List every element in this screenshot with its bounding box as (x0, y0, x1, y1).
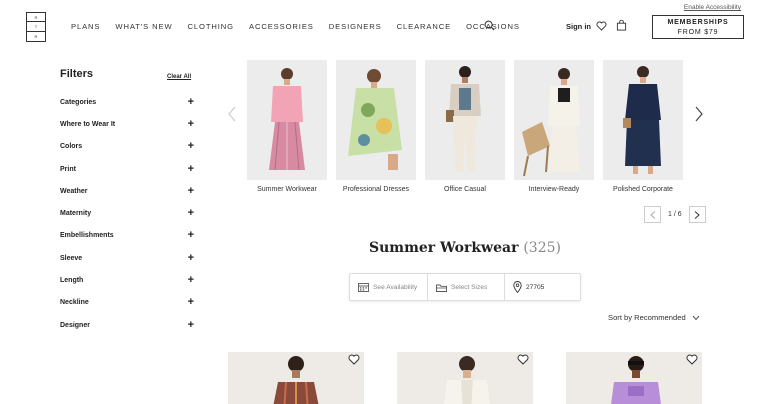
favorite-heart-icon[interactable] (348, 354, 360, 365)
filter-label: Colors (60, 142, 83, 150)
zip-code-field[interactable]: 27705 (505, 274, 580, 300)
sort-dropdown[interactable]: Sort by Recommended (608, 313, 700, 322)
filter-print[interactable]: Print + (60, 163, 194, 175)
logo-mark-2: T (27, 22, 45, 32)
carousel-item-professional-dresses[interactable]: Professional Dresses (336, 60, 416, 193)
logo[interactable]: R T R (26, 12, 46, 42)
plus-icon[interactable]: + (188, 275, 194, 286)
listing-title: Summer Workwear (368, 240, 519, 256)
plus-icon[interactable]: + (188, 186, 194, 197)
heart-icon[interactable] (596, 21, 607, 31)
product-card[interactable] (397, 352, 533, 404)
carousel-pager: 1 / 6 (644, 206, 706, 223)
favorite-heart-icon[interactable] (686, 354, 698, 365)
clear-all-button[interactable]: Clear All (167, 74, 191, 80)
sign-in-link[interactable]: Sign in (566, 22, 591, 31)
plus-icon[interactable]: + (188, 320, 194, 331)
chevron-right-icon (694, 210, 700, 219)
filter-where-to-wear[interactable]: Where to Wear It + (60, 118, 194, 130)
carousel-caption: Summer Workwear (257, 186, 317, 193)
filter-categories[interactable]: Categories + (60, 96, 194, 108)
availability-bar: See Availability Select Sizes 27705 (349, 273, 581, 301)
chevron-down-icon (692, 315, 700, 321)
carousel-photo (603, 60, 683, 180)
main-nav: PLANS WHAT'S NEW CLOTHING ACCESSORIES DE… (71, 22, 535, 31)
nav-accessories[interactable]: ACCESSORIES (249, 22, 314, 31)
filter-label: Length (60, 276, 84, 284)
listing-title-row: Summer Workwear (325) (0, 240, 768, 256)
filter-label: Categories (60, 98, 97, 106)
carousel-item-polished-corporate[interactable]: Polished Corporate (603, 60, 683, 193)
select-sizes-field[interactable]: Select Sizes (428, 274, 505, 300)
carousel-item-interview-ready[interactable]: Interview-Ready (514, 60, 594, 193)
carousel-next-icon[interactable] (694, 106, 704, 122)
pager-next-button[interactable] (688, 206, 706, 223)
product-photo (397, 352, 533, 404)
logo-mark-3: R (34, 33, 38, 39)
filter-maternity[interactable]: Maternity + (60, 207, 194, 219)
product-photo (228, 352, 364, 404)
sizes-placeholder: Select Sizes (451, 283, 488, 291)
carousel-prev-icon[interactable] (227, 106, 237, 122)
filter-label: Maternity (60, 209, 92, 217)
filter-label: Neckline (60, 298, 89, 306)
plus-icon[interactable]: + (188, 164, 194, 175)
carousel-photo (425, 60, 505, 180)
filter-label: Weather (60, 187, 88, 195)
carousel-photo (247, 60, 327, 180)
nav-plans[interactable]: PLANS (71, 22, 100, 31)
carousel-photo (336, 60, 416, 180)
plus-icon[interactable]: + (188, 97, 194, 108)
location-pin-icon (513, 281, 522, 293)
plus-icon[interactable]: + (188, 119, 194, 130)
sort-label: Sort by Recommended (608, 313, 686, 322)
logo-mark-1: R (27, 13, 45, 23)
plus-icon[interactable]: + (188, 141, 194, 152)
shopping-bag-icon[interactable] (616, 20, 627, 31)
memberships-label: MEMBERSHIPS (667, 19, 729, 26)
see-availability-field[interactable]: See Availability (350, 274, 428, 300)
zip-value: 27705 (526, 283, 545, 291)
carousel-caption: Interview-Ready (528, 186, 580, 193)
nav-whats-new[interactable]: WHAT'S NEW (115, 22, 172, 31)
filter-colors[interactable]: Colors + (60, 140, 194, 152)
filter-label: Embellishments (60, 231, 114, 239)
calendar-icon (358, 283, 369, 292)
filter-weather[interactable]: Weather + (60, 185, 194, 197)
pager-prev-button[interactable] (644, 206, 661, 223)
favorite-heart-icon[interactable] (517, 354, 529, 365)
carousel-item-office-casual[interactable]: Office Casual (425, 60, 505, 193)
filter-designer[interactable]: Designer + (60, 319, 194, 331)
product-card[interactable] (228, 352, 364, 404)
memberships-price: FROM $79 (677, 29, 719, 36)
pager-status: 1 / 6 (668, 211, 682, 218)
carousel-photo (514, 60, 594, 180)
carousel-caption: Office Casual (444, 186, 486, 193)
listing-count: (325) (523, 240, 561, 256)
product-card[interactable] (566, 352, 702, 404)
nav-designers[interactable]: DESIGNERS (329, 22, 382, 31)
carousel-item-summer-workwear[interactable]: Summer Workwear (247, 60, 327, 193)
nav-clearance[interactable]: CLEARANCE (397, 22, 452, 31)
product-photo (566, 352, 702, 404)
site-header: R T R PLANS WHAT'S NEW CLOTHING ACCESSOR… (0, 0, 768, 52)
hanger-icon (436, 284, 447, 292)
availability-placeholder: See Availability (373, 283, 418, 291)
filter-label: Print (60, 165, 76, 173)
plus-icon[interactable]: + (188, 208, 194, 219)
filter-label: Designer (60, 321, 90, 329)
carousel-caption: Polished Corporate (613, 186, 673, 193)
plus-icon[interactable]: + (188, 230, 194, 241)
memberships-button[interactable]: MEMBERSHIPS FROM $79 (652, 15, 744, 39)
filter-label: Where to Wear It (60, 120, 116, 128)
search-icon[interactable] (484, 20, 495, 31)
filter-length[interactable]: Length + (60, 274, 194, 286)
nav-clothing[interactable]: CLOTHING (188, 22, 234, 31)
chevron-left-icon (649, 210, 655, 219)
filter-neckline[interactable]: Neckline + (60, 296, 194, 308)
filters-title: Filters (60, 68, 94, 80)
carousel-caption: Professional Dresses (342, 186, 410, 193)
plus-icon[interactable]: + (188, 297, 194, 308)
